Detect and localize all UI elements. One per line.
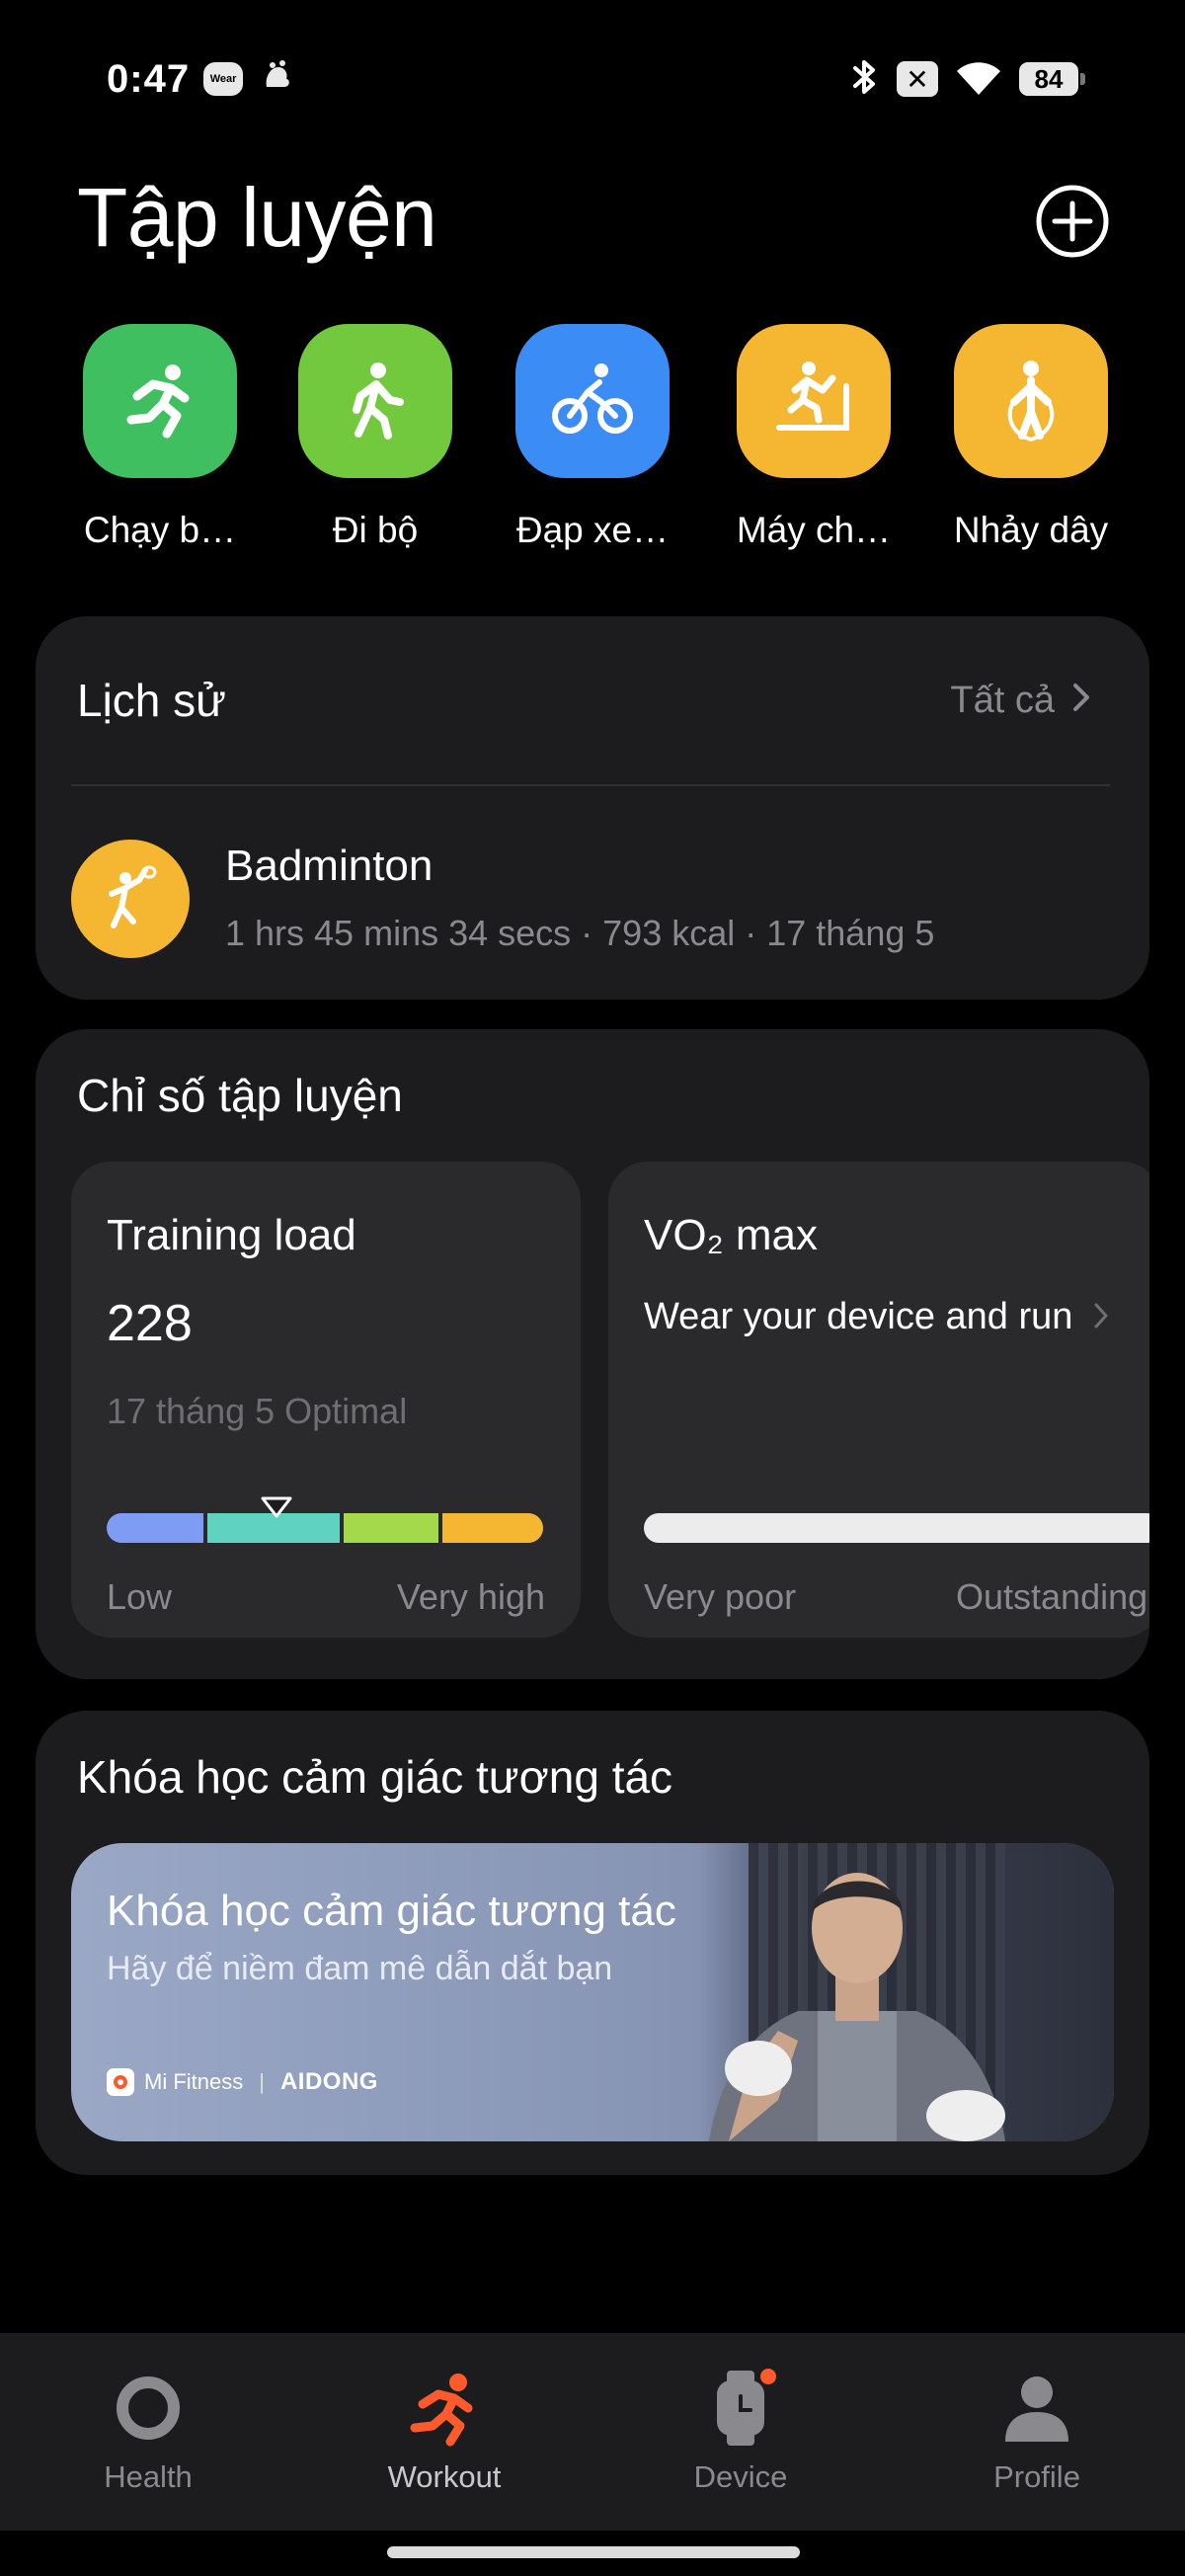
nav-tab-profile[interactable]: Profile <box>938 2369 1136 2495</box>
jump-rope-icon <box>954 324 1108 478</box>
page-title: Tập luyện <box>77 171 437 264</box>
load-segment-very-high <box>442 1513 543 1543</box>
divider <box>71 784 1110 786</box>
training-load-title: Training load <box>107 1211 356 1259</box>
person-icon <box>997 2369 1076 2448</box>
training-metrics-card: Chỉ số tập luyện Training load 228 17 th… <box>36 1029 1149 1679</box>
mi-fitness-logo-icon <box>107 2068 134 2096</box>
status-left: 0:47 Wear <box>107 57 296 102</box>
quick-workout-walking[interactable]: Đi bộ <box>276 324 474 551</box>
course-banner[interactable]: Khóa học cảm giác tương tác Hãy để niềm … <box>71 1843 1114 2141</box>
notification-app-icon <box>257 57 296 102</box>
nav-label: Device <box>693 2459 788 2494</box>
running-icon <box>83 324 237 478</box>
banner-brand-row: Mi Fitness | AIDONG <box>107 2068 378 2096</box>
wifi-icon <box>954 57 1003 102</box>
quick-workout-running[interactable]: Chạy b… <box>61 324 259 551</box>
quick-workout-label: Đạp xe… <box>515 510 670 550</box>
status-bar: 0:47 Wear ✕ 84 <box>107 51 1085 107</box>
history-item-name: Badminton <box>225 842 434 890</box>
no-sim-icon: ✕ <box>897 61 938 97</box>
quick-workout-label: Chạy b… <box>83 510 237 550</box>
brand-aidong: AIDONG <box>279 2068 378 2095</box>
vo2max-prompt: Wear your device and run <box>644 1296 1073 1337</box>
nav-label: Workout <box>387 2459 502 2494</box>
battery-indicator: 84 <box>1019 62 1085 96</box>
watch-icon <box>701 2369 780 2448</box>
quick-workout-label: Đi bộ <box>332 510 419 550</box>
plus-circle-icon <box>1036 185 1109 258</box>
interactive-courses-card: Khóa học cảm giác tương tác Khóa học cảm… <box>36 1711 1149 2175</box>
status-time: 0:47 <box>107 56 191 101</box>
add-workout-button[interactable] <box>1035 184 1110 259</box>
status-right: ✕ 84 <box>849 56 1085 103</box>
walking-icon <box>298 324 452 478</box>
workout-runner-icon <box>405 2369 484 2448</box>
nav-label: Profile <box>993 2459 1080 2494</box>
see-all-history-link[interactable]: Tất cả <box>950 680 1090 722</box>
vo2max-bar <box>644 1513 1149 1543</box>
chevron-right-icon <box>1072 680 1090 722</box>
treadmill-icon <box>737 324 891 478</box>
cycling-icon <box>515 324 670 478</box>
nav-tab-health[interactable]: Health <box>49 2369 247 2495</box>
training-load-tile[interactable]: Training load 228 17 tháng 5 Optimal Low… <box>71 1162 581 1638</box>
load-segment-high <box>344 1513 438 1543</box>
load-marker-icon <box>261 1496 292 1518</box>
scale-low-label: Very poor <box>644 1576 797 1617</box>
boxer-image <box>709 1873 1005 2141</box>
vo2max-prompt-link[interactable]: Wear your device and run <box>644 1296 1108 1338</box>
quick-workout-cycling[interactable]: Đạp xe… <box>494 324 691 551</box>
training-load-subtitle: 17 tháng 5 Optimal <box>107 1391 408 1431</box>
quick-workout-row: Chạy b… Đi bộ Đạp xe… Máy ch… Nhảy dây <box>0 324 1185 561</box>
brand-separator: | <box>259 2069 265 2094</box>
courses-title: Khóa học cảm giác tương tác <box>77 1751 673 1803</box>
nav-tab-workout[interactable]: Workout <box>346 2369 543 2495</box>
vo2max-tile[interactable]: VO₂ max Wear your device and run Very po… <box>608 1162 1149 1638</box>
scale-high-label: Very high <box>396 1576 545 1617</box>
brand-mi-fitness: Mi Fitness <box>144 2069 244 2094</box>
metrics-title: Chỉ số tập luyện <box>77 1070 403 1121</box>
quick-workout-label: Nhảy dây <box>953 510 1109 550</box>
quick-workout-jump-rope[interactable]: Nhảy dây <box>932 324 1130 551</box>
banner-title: Khóa học cảm giác tương tác <box>107 1887 676 1935</box>
quick-workout-treadmill[interactable]: Máy ch… <box>715 324 912 551</box>
vo2max-title: VO₂ max <box>644 1211 818 1259</box>
history-item-detail: 1 hrs 45 mins 34 secs · 793 kcal · 17 th… <box>225 913 935 953</box>
scale-high-label: Outstanding <box>956 1576 1148 1617</box>
bluetooth-icon <box>849 56 881 103</box>
home-indicator[interactable] <box>387 2546 800 2558</box>
device-notification-badge <box>760 2369 776 2384</box>
banner-subtitle: Hãy để niềm đam mê dẫn dắt bạn <box>107 1950 613 1987</box>
training-load-bar <box>107 1496 543 1543</box>
nav-tab-device[interactable]: Device <box>642 2369 839 2495</box>
quick-workout-label: Máy ch… <box>736 510 892 550</box>
badminton-icon <box>71 840 190 958</box>
scale-low-label: Low <box>107 1576 173 1617</box>
wear-app-icon: Wear <box>203 62 244 96</box>
nav-label: Health <box>104 2459 193 2494</box>
see-all-label: Tất cả <box>950 680 1055 721</box>
bottom-nav: Health Workout Device Profile <box>0 2333 1185 2531</box>
history-title: Lịch sử <box>77 675 226 726</box>
training-load-value: 228 <box>107 1295 193 1352</box>
workout-screen: 0:47 Wear ✕ 84 Tập luyện Chạy b… Đi bộ Đ… <box>0 0 1185 2576</box>
health-ring-icon <box>109 2369 188 2448</box>
load-segment-low <box>107 1513 203 1543</box>
history-card: Lịch sử Tất cả Badminton 1 hrs 45 mins 3… <box>36 616 1149 1000</box>
chevron-right-icon <box>1094 1296 1108 1338</box>
